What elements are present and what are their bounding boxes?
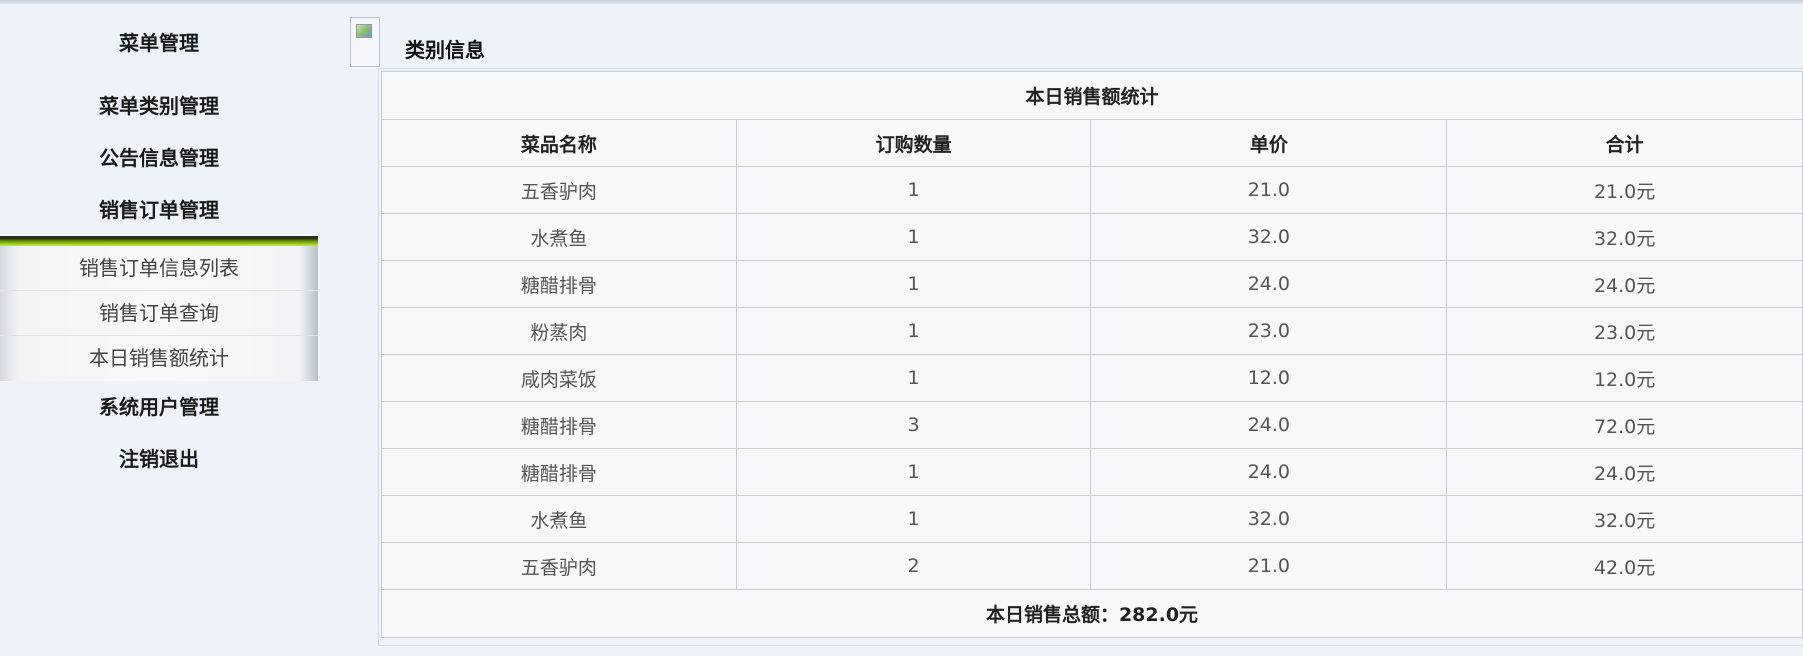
- cell-subtotal: 32.0元: [1446, 495, 1803, 543]
- table-row: 五香驴肉 2 21.0 42.0元: [381, 542, 1803, 590]
- cell-subtotal: 42.0元: [1446, 542, 1803, 590]
- cell-quantity: 3: [735, 401, 1092, 449]
- section-title: 类别信息: [405, 38, 485, 62]
- cell-subtotal: 12.0元: [1446, 354, 1803, 402]
- table-row: 水煮鱼 1 32.0 32.0元: [381, 495, 1803, 543]
- menu-system-user-management[interactable]: 系统用户管理: [0, 381, 318, 433]
- table-row: 糖醋排骨 1 24.0 24.0元: [381, 260, 1803, 308]
- cell-quantity: 1: [735, 260, 1092, 308]
- submenu-accent-bar: [0, 238, 318, 246]
- cell-dish-name: 五香驴肉: [381, 166, 737, 214]
- cell-quantity: 1: [735, 213, 1092, 261]
- cell-dish-name: 水煮鱼: [381, 213, 737, 261]
- table-row: 糖醋排骨 1 24.0 24.0元: [381, 448, 1803, 496]
- cell-unit-price: 21.0: [1090, 542, 1448, 590]
- cell-quantity: 1: [735, 354, 1092, 402]
- menu-notice-management[interactable]: 公告信息管理: [0, 132, 318, 184]
- cell-dish-name: 糖醋排骨: [381, 401, 737, 449]
- cell-unit-price: 24.0: [1090, 448, 1448, 496]
- table-caption: 本日销售额统计: [381, 71, 1803, 120]
- cell-quantity: 1: [735, 495, 1092, 543]
- cell-quantity: 1: [735, 307, 1092, 355]
- table-total-row: 本日销售总额：282.0元: [381, 589, 1803, 638]
- cell-quantity: 2: [735, 542, 1092, 590]
- cell-unit-price: 24.0: [1090, 401, 1448, 449]
- daily-sales-table: 本日销售额统计 菜品名称 订购数量 单价 合计 五香驴肉 1 21.0 21.0…: [381, 71, 1803, 638]
- cell-unit-price: 32.0: [1090, 213, 1448, 261]
- cell-quantity: 1: [735, 166, 1092, 214]
- submenu-daily-sales-stats[interactable]: 本日销售额统计: [0, 336, 318, 381]
- cell-unit-price: 12.0: [1090, 354, 1448, 402]
- header-dish-name: 菜品名称: [381, 119, 737, 167]
- submenu-order-query[interactable]: 销售订单查询: [0, 291, 318, 336]
- cell-dish-name: 粉蒸肉: [381, 307, 737, 355]
- menu-logout[interactable]: 注销退出: [0, 433, 318, 485]
- cell-dish-name: 咸肉菜饭: [381, 354, 737, 402]
- cell-quantity: 1: [735, 448, 1092, 496]
- table-caption-row: 本日销售额统计: [381, 71, 1803, 120]
- cell-unit-price: 32.0: [1090, 495, 1448, 543]
- cell-subtotal: 24.0元: [1446, 448, 1803, 496]
- table-row: 水煮鱼 1 32.0 32.0元: [381, 213, 1803, 261]
- image-placeholder-icon: [356, 24, 372, 38]
- header-subtotal: 合计: [1446, 119, 1803, 167]
- header-quantity: 订购数量: [735, 119, 1092, 167]
- cell-unit-price: 23.0: [1090, 307, 1448, 355]
- table-header-row: 菜品名称 订购数量 单价 合计: [381, 119, 1803, 167]
- main-content: 类别信息 本日销售额统计 菜品名称 订购数量 单价 合计 五香驴肉 1 21.0…: [348, 4, 1803, 656]
- sidebar: 菜单管理 菜单类别管理 公告信息管理 销售订单管理 销售订单信息列表 销售订单查…: [0, 4, 318, 656]
- table-row: 糖醋排骨 3 24.0 72.0元: [381, 401, 1803, 449]
- cell-subtotal: 23.0元: [1446, 307, 1803, 355]
- menu-sales-order-management[interactable]: 销售订单管理: [0, 184, 318, 236]
- menu-dish-management[interactable]: 菜单管理: [0, 4, 318, 80]
- cell-subtotal: 72.0元: [1446, 401, 1803, 449]
- cell-subtotal: 32.0元: [1446, 213, 1803, 261]
- menu-dish-category-management[interactable]: 菜单类别管理: [0, 80, 318, 132]
- cell-dish-name: 糖醋排骨: [381, 448, 737, 496]
- cell-unit-price: 21.0: [1090, 166, 1448, 214]
- header-unit-price: 单价: [1090, 119, 1448, 167]
- cell-dish-name: 五香驴肉: [381, 542, 737, 590]
- sales-order-submenu: 销售订单信息列表 销售订单查询 本日销售额统计: [0, 236, 318, 381]
- broken-image-icon: [350, 17, 380, 67]
- table-row: 粉蒸肉 1 23.0 23.0元: [381, 307, 1803, 355]
- submenu-order-list[interactable]: 销售订单信息列表: [0, 246, 318, 291]
- cell-unit-price: 24.0: [1090, 260, 1448, 308]
- cell-subtotal: 21.0元: [1446, 166, 1803, 214]
- cell-dish-name: 糖醋排骨: [381, 260, 737, 308]
- cell-subtotal: 24.0元: [1446, 260, 1803, 308]
- daily-sales-total: 本日销售总额：282.0元: [381, 589, 1803, 638]
- table-row: 五香驴肉 1 21.0 21.0元: [381, 166, 1803, 214]
- table-row: 咸肉菜饭 1 12.0 12.0元: [381, 354, 1803, 402]
- cell-dish-name: 水煮鱼: [381, 495, 737, 543]
